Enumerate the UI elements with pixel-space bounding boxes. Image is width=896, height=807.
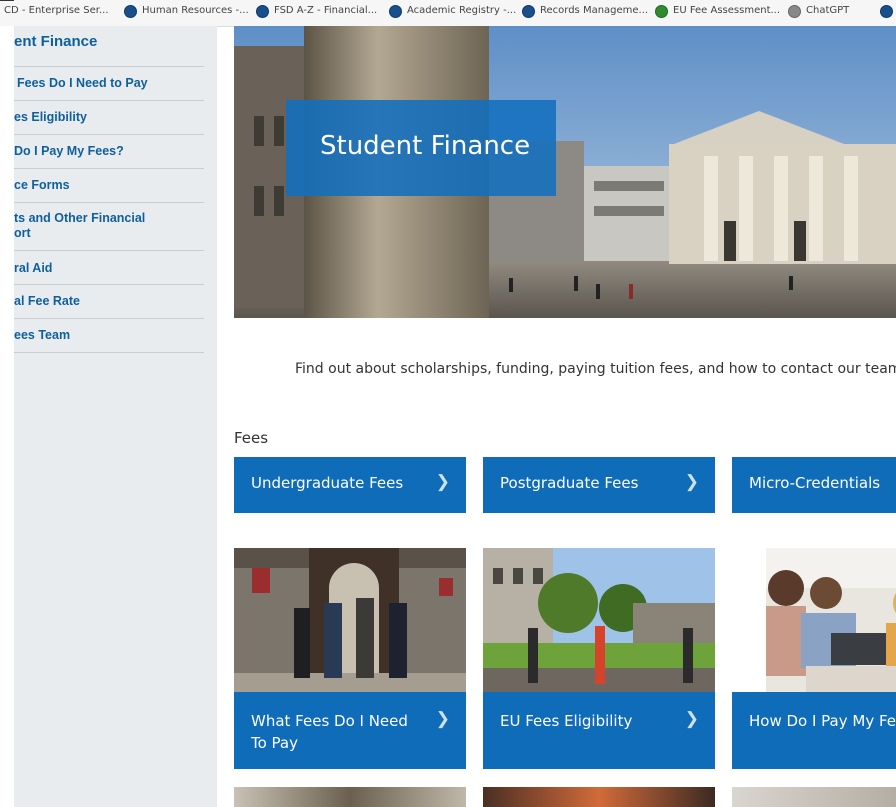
sidebar-item-fees-team[interactable]: ees Team [14, 328, 204, 343]
sidebar-item-finance-forms[interactable]: ce Forms [14, 178, 204, 193]
chevron-right-icon: ❯ [435, 472, 450, 491]
bookmark-label: Human Resources -... [142, 5, 249, 16]
bookmark-overflow[interactable] [880, 0, 893, 22]
card-what-fees[interactable]: What Fees Do I Need To Pay ❯ [234, 548, 466, 769]
card-row-next-photo [732, 787, 896, 807]
bookmark-label: Academic Registry -... [407, 5, 517, 16]
sidebar-item-federal-aid[interactable]: ral Aid [14, 261, 204, 276]
sidebar-divider [14, 168, 204, 169]
tcd-crest-icon [389, 4, 402, 18]
edge-icon [880, 4, 893, 18]
bookmark-label: ChatGPT [806, 5, 850, 16]
sidebar-title[interactable]: ent Finance [14, 33, 97, 50]
sidebar-divider [14, 202, 204, 203]
chatgpt-icon [788, 4, 801, 18]
sidebar-divider [14, 318, 204, 319]
bookmarks-bar: CD - Enterprise Ser... Human Resources -… [0, 0, 896, 27]
bookmark-label: EU Fee Assessment... [673, 5, 781, 16]
sidebar-nav: ent Finance Fees Do I Need to Pay es Eli… [14, 26, 217, 807]
bookmark-label: CD - Enterprise Ser... [4, 5, 109, 16]
button-label: Micro-Credentials [749, 474, 881, 492]
card-caption: What Fees Do I Need To Pay ❯ [234, 692, 466, 769]
chevron-right-icon: ❯ [435, 709, 450, 728]
micro-credentials-button[interactable]: Micro-Credentials [732, 457, 896, 513]
chevron-right-icon: ❯ [684, 709, 699, 728]
card-label: How Do I Pay My Fee [749, 712, 896, 730]
tcd-crest-icon [256, 4, 269, 18]
fees-heading: Fees [234, 429, 269, 447]
sidebar-item-how-do-i-pay[interactable]: Do I Pay My Fees? [14, 144, 204, 159]
bookmark-human-resources[interactable]: Human Resources -... [124, 0, 249, 22]
students-walking-photo [234, 548, 466, 692]
card-row-next-photo [483, 787, 715, 807]
sidebar-item-eu-fees-eligibility[interactable]: es Eligibility [14, 110, 204, 125]
card-how-do-i-pay[interactable]: How Do I Pay My Fee [732, 548, 896, 769]
undergraduate-fees-button[interactable]: Undergraduate Fees ❯ [234, 457, 466, 513]
sidebar-divider [14, 66, 204, 67]
bookmark-chatgpt[interactable]: ChatGPT [788, 0, 849, 22]
shield-icon [655, 4, 668, 18]
card-caption: How Do I Pay My Fee [732, 692, 896, 769]
bookmark-label: Records Manageme... [540, 5, 649, 16]
bookmark-label: FSD A-Z - Financial... [274, 5, 378, 16]
sidebar-divider [14, 250, 204, 251]
card-label: EU Fees Eligibility [500, 712, 633, 730]
sidebar-item-fee-rate[interactable]: al Fee Rate [14, 294, 204, 309]
sidebar-item-grants-financial-support[interactable]: ts and Other Financial ort [14, 211, 154, 241]
sidebar-divider [14, 100, 204, 101]
button-label: Postgraduate Fees [500, 474, 639, 492]
card-label: What Fees Do I Need To Pay [251, 712, 408, 752]
bookmark-eu-fee[interactable]: EU Fee Assessment... [655, 0, 780, 22]
sidebar-divider [14, 284, 204, 285]
sidebar-item-what-fees[interactable]: Fees Do I Need to Pay [17, 76, 207, 91]
tcd-crest-icon [124, 4, 137, 18]
students-laptop-photo [766, 548, 896, 692]
page-title: Student Finance [320, 131, 531, 161]
bookmark-academic-registry[interactable]: Academic Registry -... [389, 0, 516, 22]
left-gutter [0, 26, 15, 807]
button-label: Undergraduate Fees [251, 474, 404, 492]
chevron-right-icon: ❯ [684, 472, 699, 491]
hero-banner: Student Finance [234, 26, 896, 318]
bookmark-records[interactable]: Records Manageme... [522, 0, 648, 22]
card-caption: EU Fees Eligibility ❯ [483, 692, 715, 769]
sidebar-divider [14, 134, 204, 135]
card-eu-fees-eligibility[interactable]: EU Fees Eligibility ❯ [483, 548, 715, 769]
intro-text: Find out about scholarships, funding, pa… [295, 361, 896, 377]
campus-square-photo [483, 548, 715, 692]
postgraduate-fees-button[interactable]: Postgraduate Fees ❯ [483, 457, 715, 513]
bookmark-fsd[interactable]: FSD A-Z - Financial... [256, 0, 377, 22]
card-row-next-photo [234, 787, 466, 807]
bookmark-enterprise[interactable]: CD - Enterprise Ser... [4, 0, 109, 22]
tcd-crest-icon [522, 4, 535, 18]
sidebar-divider [14, 352, 204, 353]
